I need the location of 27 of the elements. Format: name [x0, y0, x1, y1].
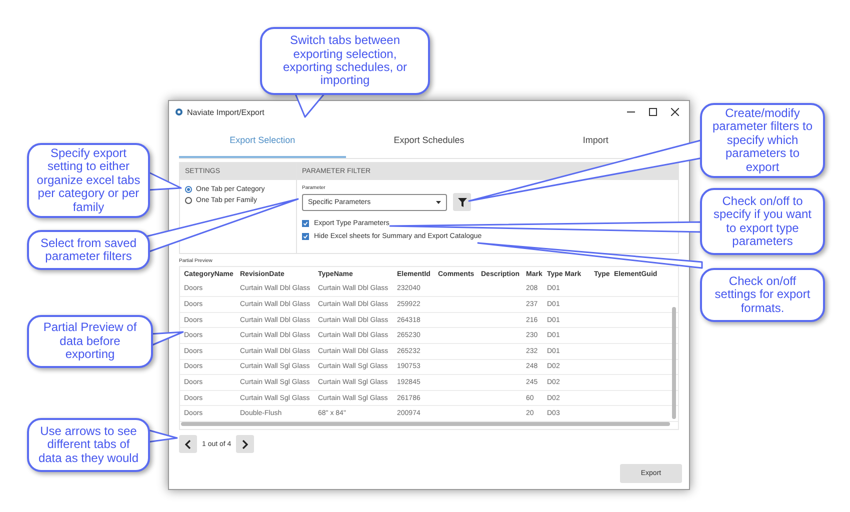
previous-button[interactable] [179, 435, 197, 453]
vertical-scrollbar[interactable] [672, 307, 676, 419]
tab[interactable]: Export Schedules [346, 123, 512, 158]
filter-icon [458, 198, 466, 206]
close-icon[interactable] [671, 108, 679, 116]
callout: Check on/off to specify if you want to export type parameters [700, 188, 825, 255]
next-button[interactable] [236, 435, 254, 453]
maximize-icon[interactable] [649, 108, 657, 116]
chevron-right-icon [242, 440, 248, 448]
radio-button[interactable] [185, 197, 192, 204]
chevron-left-icon [185, 440, 191, 448]
callout: Partial Preview of data before exporting [27, 315, 153, 368]
horizontal-scrollbar[interactable] [181, 422, 670, 426]
callout: Select from saved parameter filters [27, 230, 150, 270]
radio-button[interactable] [185, 186, 192, 193]
window-title: Naviate Import/Export [187, 108, 264, 116]
app-icon [175, 108, 183, 116]
tab[interactable]: Import [512, 123, 680, 158]
checkbox[interactable] [302, 233, 309, 240]
callout: Check on/off settings for export formats. [700, 268, 825, 322]
callout: Specify export setting to either organize excel tabs per category or per family [27, 143, 150, 218]
callout: Use arrows to see different tabs of data as they would [27, 418, 150, 472]
callout: Create/modify parameter filters to specify which parameters to export [700, 103, 825, 178]
caret-icon [436, 200, 441, 204]
checkbox[interactable] [302, 220, 309, 227]
filter-button[interactable] [453, 193, 471, 211]
callout: Switch tabs between exporting selection, exporting schedules, or importing [260, 27, 430, 95]
